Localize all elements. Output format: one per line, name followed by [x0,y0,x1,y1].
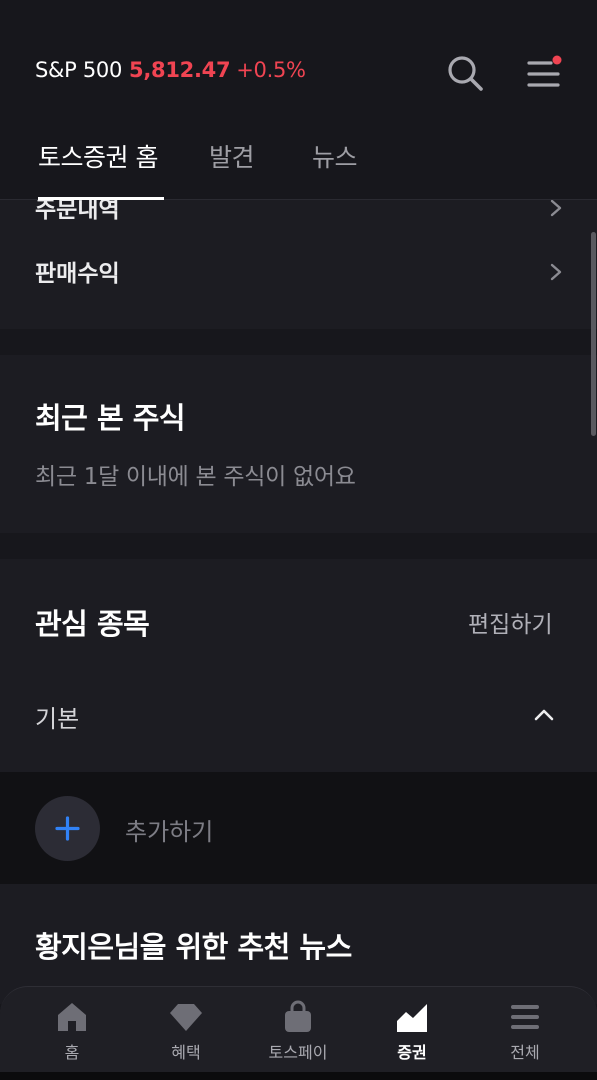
search-button[interactable] [446,54,484,92]
nav-label: 증권 [397,1043,427,1062]
bottom-navigation: 홈 혜택 토스페이 증권 전체 [0,986,597,1080]
watchlist-group-label[interactable]: 기본 [35,699,79,734]
top-header: S&P 500 5,812.47 +0.5% 토스증권 홈 발견 뉴스 [0,0,597,200]
scrollbar[interactable] [591,232,596,436]
tab-discover[interactable]: 발견 [209,138,255,174]
nav-item-all[interactable]: 전체 [480,999,570,1063]
nav-label: 전체 [510,1043,540,1062]
search-icon [448,56,483,91]
nav-item-securities[interactable]: 증권 [367,999,457,1063]
empty-state-text: 최근 1달 이내에 본 주식이 없어요 [35,464,356,490]
section-title: 황지은님을 위한 추천 뉴스 [35,930,352,964]
section-title: 최근 본 주식 [35,401,186,435]
watchlist-section: 관심 종목 편집하기 기본 [0,559,597,772]
shopping-bag-icon [285,1000,311,1032]
ticker-change: +0.5% [236,58,306,82]
nav-item-benefits[interactable]: 혜택 [141,999,231,1063]
ticker-name: S&P 500 [35,58,123,82]
tab-news[interactable]: 뉴스 [312,138,358,174]
nav-label: 홈 [64,1043,80,1062]
home-icon [58,1003,86,1031]
plus-icon [55,816,80,841]
active-tab-indicator [38,197,164,200]
nav-item-tosspay[interactable]: 토스페이 [253,999,343,1063]
stock-chart-icon [397,1004,427,1032]
nav-label: 혜택 [171,1043,201,1062]
notification-dot [552,55,562,65]
diamond-icon [170,1004,202,1031]
menu-icon [511,1005,539,1029]
section-title: 관심 종목 [35,607,150,641]
list-item-label: 판매수익 [35,261,120,287]
chevron-up-icon[interactable] [532,703,556,727]
ticker-price: 5,812.47 [129,58,231,82]
edit-button[interactable]: 편집하기 [468,605,553,639]
tab-toss-securities-home[interactable]: 토스증권 홈 [38,138,158,174]
chevron-right-icon [550,263,562,281]
nav-item-home[interactable]: 홈 [27,999,117,1063]
add-button[interactable] [35,796,100,861]
top-tabs: 토스증권 홈 발견 뉴스 [0,130,597,200]
list-item-sales-profit[interactable]: 판매수익 [0,240,597,329]
bottom-edge [0,1072,597,1080]
recent-stocks-section: 최근 본 주식 최근 1달 이내에 본 주식이 없어요 [0,355,597,533]
nav-label: 토스페이 [268,1043,328,1062]
add-label: 추가하기 [125,818,214,846]
add-watchlist-row[interactable]: 추가하기 [0,772,597,884]
chevron-right-icon [550,199,562,217]
menu-button[interactable] [524,54,564,92]
menu-icon [527,55,562,87]
index-ticker[interactable]: S&P 500 5,812.47 +0.5% [35,58,306,82]
